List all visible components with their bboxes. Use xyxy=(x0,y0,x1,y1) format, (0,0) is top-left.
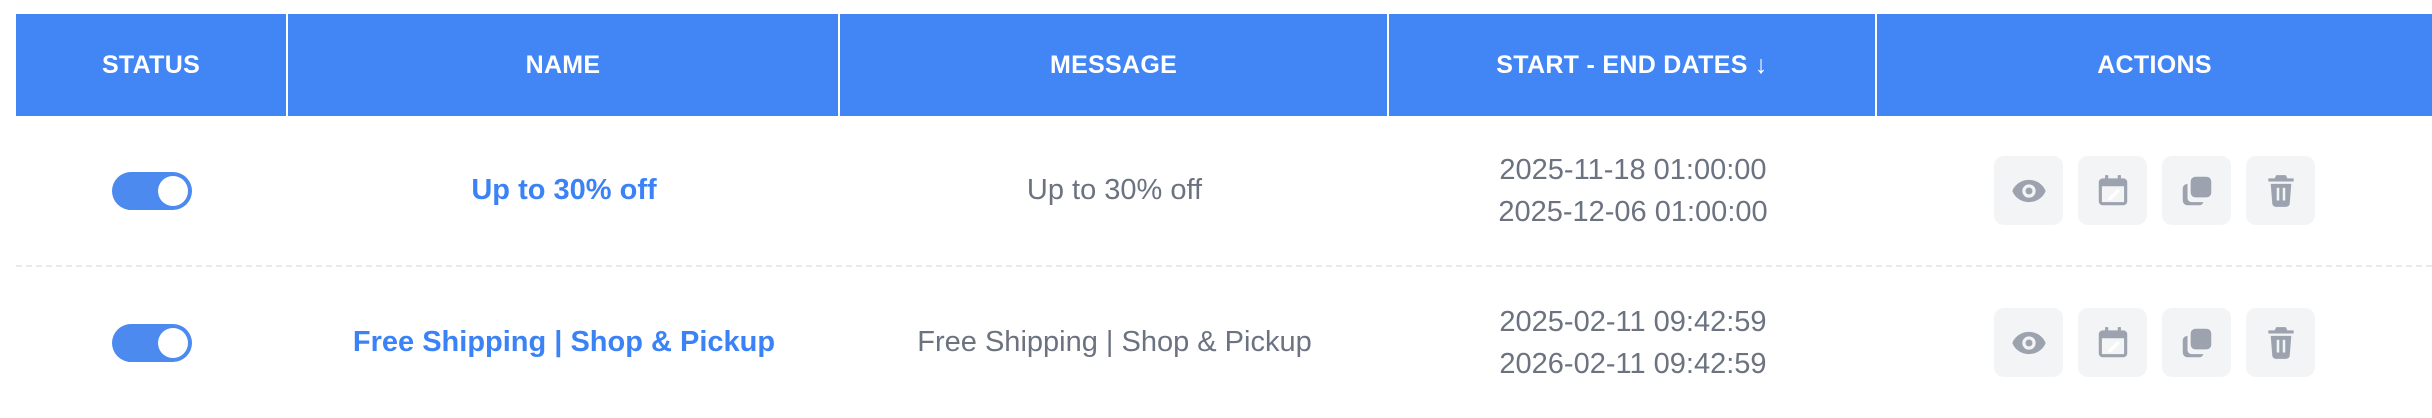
edit-schedule-button[interactable] xyxy=(2078,156,2147,225)
eye-icon xyxy=(2011,179,2046,202)
dates-cell: 2025-11-18 01:00:00 2025-12-06 01:00:00 xyxy=(1389,116,1877,265)
status-cell xyxy=(16,116,288,265)
toggle-knob xyxy=(158,327,188,358)
table-header: STATUS NAME MESSAGE START - END DATES ↓ … xyxy=(16,14,2432,116)
calendar-edit-icon xyxy=(2098,174,2127,205)
actions-cell xyxy=(1877,116,2432,265)
header-actions: ACTIONS xyxy=(2097,50,2212,79)
status-toggle[interactable] xyxy=(112,171,192,210)
end-date: 2025-12-06 01:00:00 xyxy=(1498,195,1768,228)
view-button[interactable] xyxy=(1994,308,2063,377)
header-dates-sort[interactable]: START - END DATES ↓ xyxy=(1389,14,1877,116)
promotion-name-link[interactable]: Free Shipping | Shop & Pickup xyxy=(353,326,775,359)
duplicate-button[interactable] xyxy=(2162,308,2231,377)
delete-button[interactable] xyxy=(2246,308,2315,377)
toggle-knob xyxy=(158,175,188,206)
dates-cell: 2025-02-11 09:42:59 2026-02-11 09:42:59 xyxy=(1389,267,1877,418)
status-toggle[interactable] xyxy=(112,323,192,362)
promotion-name-link[interactable]: Up to 30% off xyxy=(471,174,656,207)
start-date: 2025-02-11 09:42:59 xyxy=(1499,305,1767,338)
trash-icon xyxy=(2267,174,2294,207)
duplicate-icon xyxy=(2182,176,2211,205)
view-button[interactable] xyxy=(1994,156,2063,225)
edit-schedule-button[interactable] xyxy=(2078,308,2147,377)
name-cell: Free Shipping | Shop & Pickup xyxy=(288,267,840,418)
header-status[interactable]: STATUS xyxy=(16,14,288,116)
promotions-table: STATUS NAME MESSAGE START - END DATES ↓ … xyxy=(16,14,2432,418)
end-date: 2026-02-11 09:42:59 xyxy=(1499,347,1767,380)
header-message[interactable]: MESSAGE xyxy=(840,14,1389,116)
delete-button[interactable] xyxy=(2246,156,2315,225)
table-row: Up to 30% off Up to 30% off 2025-11-18 0… xyxy=(16,116,2432,267)
actions-cell xyxy=(1877,267,2432,418)
header-name[interactable]: NAME xyxy=(288,14,840,116)
promotion-message: Up to 30% off xyxy=(1026,174,1203,206)
name-cell: Up to 30% off xyxy=(288,116,840,265)
duplicate-icon xyxy=(2182,328,2211,357)
message-cell: Free Shipping | Shop & Pickup xyxy=(840,267,1389,418)
calendar-edit-icon xyxy=(2098,326,2127,357)
start-date: 2025-11-18 01:00:00 xyxy=(1499,153,1767,186)
promotion-message: Free Shipping | Shop & Pickup xyxy=(917,326,1312,358)
trash-icon xyxy=(2267,326,2294,359)
duplicate-button[interactable] xyxy=(2162,156,2231,225)
table-row: Free Shipping | Shop & Pickup Free Shipp… xyxy=(16,267,2432,418)
eye-icon xyxy=(2011,331,2046,354)
message-cell: Up to 30% off xyxy=(840,116,1389,265)
status-cell xyxy=(16,267,288,418)
